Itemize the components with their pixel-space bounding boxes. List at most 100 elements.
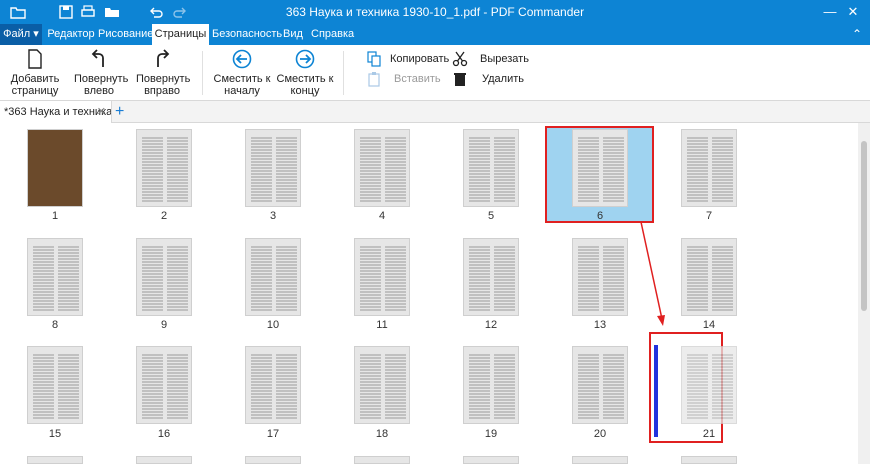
move-to-end-label: Сместить к концу — [276, 73, 334, 97]
tab-view[interactable]: Вид — [281, 24, 305, 45]
tab-security[interactable]: Безопасность — [212, 24, 282, 45]
close-tab-icon[interactable]: ✕ — [97, 101, 106, 123]
page-thumbnail[interactable] — [245, 238, 301, 316]
page-number: 14 — [702, 319, 716, 331]
tab-pages[interactable]: Страницы — [152, 24, 209, 46]
menu-file[interactable]: Файл ▾ — [0, 24, 42, 45]
page-thumbnail[interactable] — [463, 129, 519, 207]
page-number: 5 — [487, 210, 495, 222]
page-number: 9 — [160, 319, 168, 331]
minimize-button[interactable]: — — [820, 3, 840, 21]
page-number: 7 — [705, 210, 713, 222]
page-thumbnail[interactable] — [463, 456, 519, 464]
page-thumbnail[interactable] — [463, 346, 519, 424]
page-number: 11 — [376, 319, 388, 331]
page-thumbnail[interactable] — [27, 456, 83, 464]
page-number: 16 — [157, 428, 171, 440]
page-number: 18 — [375, 428, 389, 440]
add-page-icon — [28, 49, 42, 69]
close-button[interactable]: ✕ — [843, 3, 863, 21]
page-thumbnail[interactable] — [681, 129, 737, 207]
page-thumbnail[interactable] — [245, 129, 301, 207]
rotate-left-label: Повернуть влево — [74, 73, 129, 97]
page-number: 10 — [266, 319, 280, 331]
ribbon-separator — [202, 51, 203, 95]
window-title: 363 Наука и техника 1930-10_1.pdf - PDF … — [285, 5, 585, 19]
page-thumbnail[interactable] — [136, 129, 192, 207]
page-number: 20 — [593, 428, 607, 440]
page-thumbnail[interactable] — [572, 129, 628, 207]
cut-button[interactable]: Вырезать — [452, 51, 529, 67]
tab-drawing[interactable]: Рисование — [98, 24, 153, 45]
vertical-scrollbar[interactable] — [858, 123, 870, 464]
add-page-label: Добавить страницу — [10, 73, 60, 97]
page-thumbnail[interactable] — [463, 238, 519, 316]
page-thumbnail[interactable] — [681, 238, 737, 316]
tab-help[interactable]: Справка — [311, 24, 354, 45]
page-number: 2 — [160, 210, 168, 222]
page-number: 17 — [266, 428, 280, 440]
page-thumbnail[interactable] — [245, 346, 301, 424]
collapse-ribbon-icon[interactable]: ⌃ — [852, 27, 862, 41]
delete-label: Удалить — [482, 73, 524, 85]
page-thumbnail[interactable] — [27, 346, 83, 424]
copy-label: Копировать — [390, 53, 450, 65]
document-tab[interactable]: *363 Наука и техника 19... ✕ — [0, 101, 112, 123]
rotate-right-button[interactable]: Повернуть вправо — [136, 49, 191, 97]
paste-icon — [368, 72, 380, 87]
page-thumbnail[interactable] — [354, 238, 410, 316]
paste-label: Вставить — [394, 73, 441, 85]
page-thumbnail[interactable] — [681, 456, 737, 464]
copy-button[interactable]: Копировать — [366, 51, 449, 67]
arrow-right-circle-icon — [295, 49, 315, 69]
move-to-start-button[interactable]: Сместить к началу — [212, 49, 272, 97]
page-thumbnail[interactable] — [136, 346, 192, 424]
page-thumbnail[interactable] — [681, 346, 737, 424]
page-thumbnail[interactable] — [136, 456, 192, 464]
page-thumbnail[interactable] — [354, 129, 410, 207]
pages-grid: 1 2 3 4 5 6 7 8 9 10 11 12 13 14 15 16 17 18 19 20 21 — [0, 123, 858, 464]
page-number: 3 — [269, 210, 277, 222]
cut-label: Вырезать — [480, 53, 529, 65]
page-thumbnail[interactable] — [572, 238, 628, 316]
paste-button[interactable]: Вставить — [366, 71, 441, 87]
page-thumbnail[interactable] — [572, 346, 628, 424]
page-thumbnail[interactable] — [27, 129, 83, 207]
trash-icon — [454, 73, 466, 86]
ribbon-pages: Добавить страницу Повернуть влево Поверн… — [0, 45, 870, 101]
page-number: 21 — [702, 428, 716, 440]
page-thumbnail[interactable] — [354, 456, 410, 464]
move-to-end-button[interactable]: Сместить к концу — [276, 49, 334, 97]
ribbon-separator — [343, 51, 344, 95]
page-thumbnail[interactable] — [136, 238, 192, 316]
chevron-down-icon: ▾ — [33, 28, 39, 40]
rotate-right-label: Повернуть вправо — [136, 73, 191, 97]
move-to-start-label: Сместить к началу — [213, 73, 271, 97]
delete-button[interactable]: Удалить — [452, 71, 524, 87]
document-tabs: *363 Наука и техника 19... ✕ + — [0, 101, 870, 123]
add-tab-button[interactable]: + — [115, 101, 124, 123]
copy-icon — [367, 51, 381, 67]
arrow-left-circle-icon — [232, 49, 252, 69]
tab-editor[interactable]: Редактор — [46, 24, 96, 45]
page-number: 8 — [51, 319, 59, 331]
page-number: 6 — [596, 210, 604, 222]
page-thumbnail[interactable] — [354, 346, 410, 424]
pdf-commander-window: 363 Наука и техника 1930-10_1.pdf - PDF … — [0, 0, 870, 464]
rotate-left-button[interactable]: Повернуть влево — [74, 49, 128, 97]
page-number: 15 — [48, 428, 62, 440]
menu-file-label: Файл — [3, 28, 31, 40]
page-number: 12 — [484, 319, 498, 331]
menu-bar: Файл ▾ Редактор Рисование Страницы Безоп… — [0, 24, 870, 46]
scrollbar-thumb[interactable] — [861, 141, 867, 311]
page-thumbnail[interactable] — [245, 456, 301, 464]
page-thumbnail[interactable] — [27, 238, 83, 316]
page-number: 4 — [378, 210, 386, 222]
page-thumbnail[interactable] — [572, 456, 628, 464]
rotate-left-icon — [91, 49, 104, 67]
page-number: 13 — [593, 319, 607, 331]
page-number: 1 — [51, 210, 59, 222]
title-bar: 363 Наука и техника 1930-10_1.pdf - PDF … — [0, 0, 870, 24]
page-number: 19 — [484, 428, 498, 440]
add-page-button[interactable]: Добавить страницу — [8, 49, 62, 97]
